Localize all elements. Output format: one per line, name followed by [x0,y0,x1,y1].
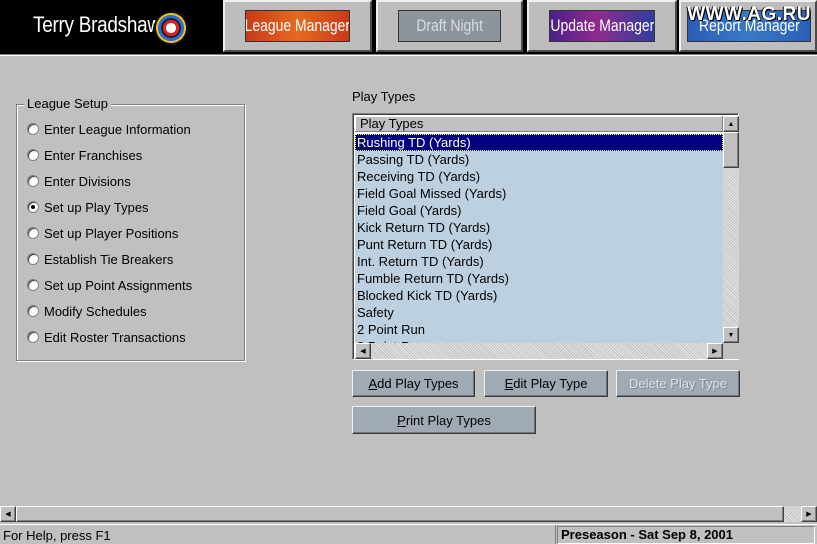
radio-label[interactable]: Set up Play Types [44,200,149,215]
tab-update-manager[interactable]: Update Manager [527,0,677,52]
mnemonic: P [397,412,406,428]
radio-checked-icon[interactable] [27,201,39,213]
scroll-left-arrow-icon[interactable]: ◀ [355,343,371,359]
scroll-down-arrow-icon[interactable]: ▼ [723,327,739,343]
radio-option[interactable]: Enter Franchises [27,146,142,164]
tab-label: League Manager [245,16,350,35]
status-help-text: For Help, press F1 [3,528,111,543]
status-bar: For Help, press F1 Preseason - Sat Sep 8… [0,524,817,544]
list-item[interactable]: Kick Return TD (Yards) [355,219,723,236]
radio-option[interactable]: Set up Player Positions [27,224,178,242]
radio-label[interactable]: Establish Tie Breakers [44,252,173,267]
status-season-date: Preseason - Sat Sep 8, 2001 [557,526,815,544]
edit-play-type-button[interactable]: Edit Play Type [484,370,608,397]
print-play-types-button[interactable]: Print Play Types [352,406,536,434]
list-item[interactable]: Int. Return TD (Yards) [355,253,723,270]
button-label: rint Play Types [405,412,491,428]
radio-unchecked-icon[interactable] [27,123,39,135]
radio-unchecked-icon[interactable] [27,331,39,343]
radio-unchecked-icon[interactable] [27,149,39,161]
list-item[interactable]: Field Goal (Yards) [355,202,723,219]
radio-unchecked-icon[interactable] [27,253,39,265]
radio-label[interactable]: Enter Franchises [44,148,142,163]
play-types-label: Play Types [352,89,416,104]
radio-option[interactable]: Set up Point Assignments [27,276,192,294]
scrollbar-corner [723,343,739,359]
radio-label[interactable]: Enter Divisions [44,174,131,189]
radio-option[interactable]: Enter Divisions [27,172,131,190]
list-item[interactable]: Safety [355,304,723,321]
radio-unchecked-icon[interactable] [27,227,39,239]
radio-option[interactable]: Edit Roster Transactions [27,328,186,346]
button-label: dd Play Types [377,376,459,391]
scroll-left-arrow-icon[interactable]: ◀ [0,506,16,522]
tab-draft-night[interactable]: Draft Night [376,0,523,52]
add-play-types-button[interactable]: Add Play Types [352,370,475,397]
app-header: Terry Bradshaw League Manager Draft Nigh… [0,0,817,54]
horizontal-scrollbar[interactable]: ◀ ▶ [355,343,723,359]
list-item[interactable]: 2 Point Run [355,321,723,338]
scroll-up-arrow-icon[interactable]: ▲ [723,116,739,132]
mnemonic: E [504,376,514,391]
radio-label[interactable]: Edit Roster Transactions [44,330,186,345]
tab-label: Update Manager [550,16,654,35]
delete-play-type-button[interactable]: Delete Play Type [616,370,740,397]
header-divider [0,54,817,56]
vertical-scrollbar[interactable]: ▲ ▼ [723,116,739,343]
tab-label: Draft Night [416,16,483,35]
vertical-scroll-thumb[interactable] [723,132,739,168]
button-label: Delete Play Type [628,376,728,391]
play-types-listbox[interactable]: Play Types Rushing TD (Yards) Passing TD … [352,113,739,360]
tab-league-manager[interactable]: League Manager [223,0,372,52]
app-logo: Terry Bradshaw [0,0,220,54]
list-item[interactable]: Field Goal Missed (Yards) [355,185,723,202]
scroll-right-arrow-icon[interactable]: ▶ [801,506,817,522]
radio-unchecked-icon[interactable] [27,305,39,317]
play-types-rows[interactable]: Rushing TD (Yards) Passing TD (Yards) Rece… [355,134,723,343]
radio-label[interactable]: Set up Point Assignments [44,278,192,293]
list-item[interactable]: Passing TD (Yards) [355,151,723,168]
column-header-play-types[interactable]: Play Types [355,116,723,132]
radio-unchecked-icon[interactable] [27,175,39,187]
page-horizontal-scrollbar[interactable]: ◀ ▶ [0,506,817,522]
list-item[interactable]: Receiving TD (Yards) [355,168,723,185]
list-item[interactable]: Punt Return TD (Yards) [355,236,723,253]
radio-option[interactable]: Establish Tie Breakers [27,250,173,268]
horizontal-scroll-thumb[interactable] [16,506,784,522]
scroll-right-arrow-icon[interactable]: ▶ [707,343,723,359]
radio-unchecked-icon[interactable] [27,279,39,291]
radio-label[interactable]: Modify Schedules [44,304,147,319]
radio-label[interactable]: Enter League Information [44,122,191,137]
league-setup-legend: League Setup [24,96,111,111]
radio-label[interactable]: Set up Player Positions [44,226,178,241]
mnemonic: A [368,376,378,391]
radio-option[interactable]: Set up Play Types [27,198,149,216]
radio-option[interactable]: Modify Schedules [27,302,147,320]
status-divider [555,525,556,544]
button-label: dit Play Type [513,376,588,391]
logo-text: Terry Bradshaw [33,12,161,37]
list-item[interactable]: Fumble Return TD (Yards) [355,270,723,287]
list-item[interactable]: Rushing TD (Yards) [355,134,723,151]
watermark: WWW.AG.RU [687,4,811,25]
football-emblem-icon [154,11,188,45]
radio-option[interactable]: Enter League Information [27,120,191,138]
list-item[interactable]: Blocked Kick TD (Yards) [355,287,723,304]
